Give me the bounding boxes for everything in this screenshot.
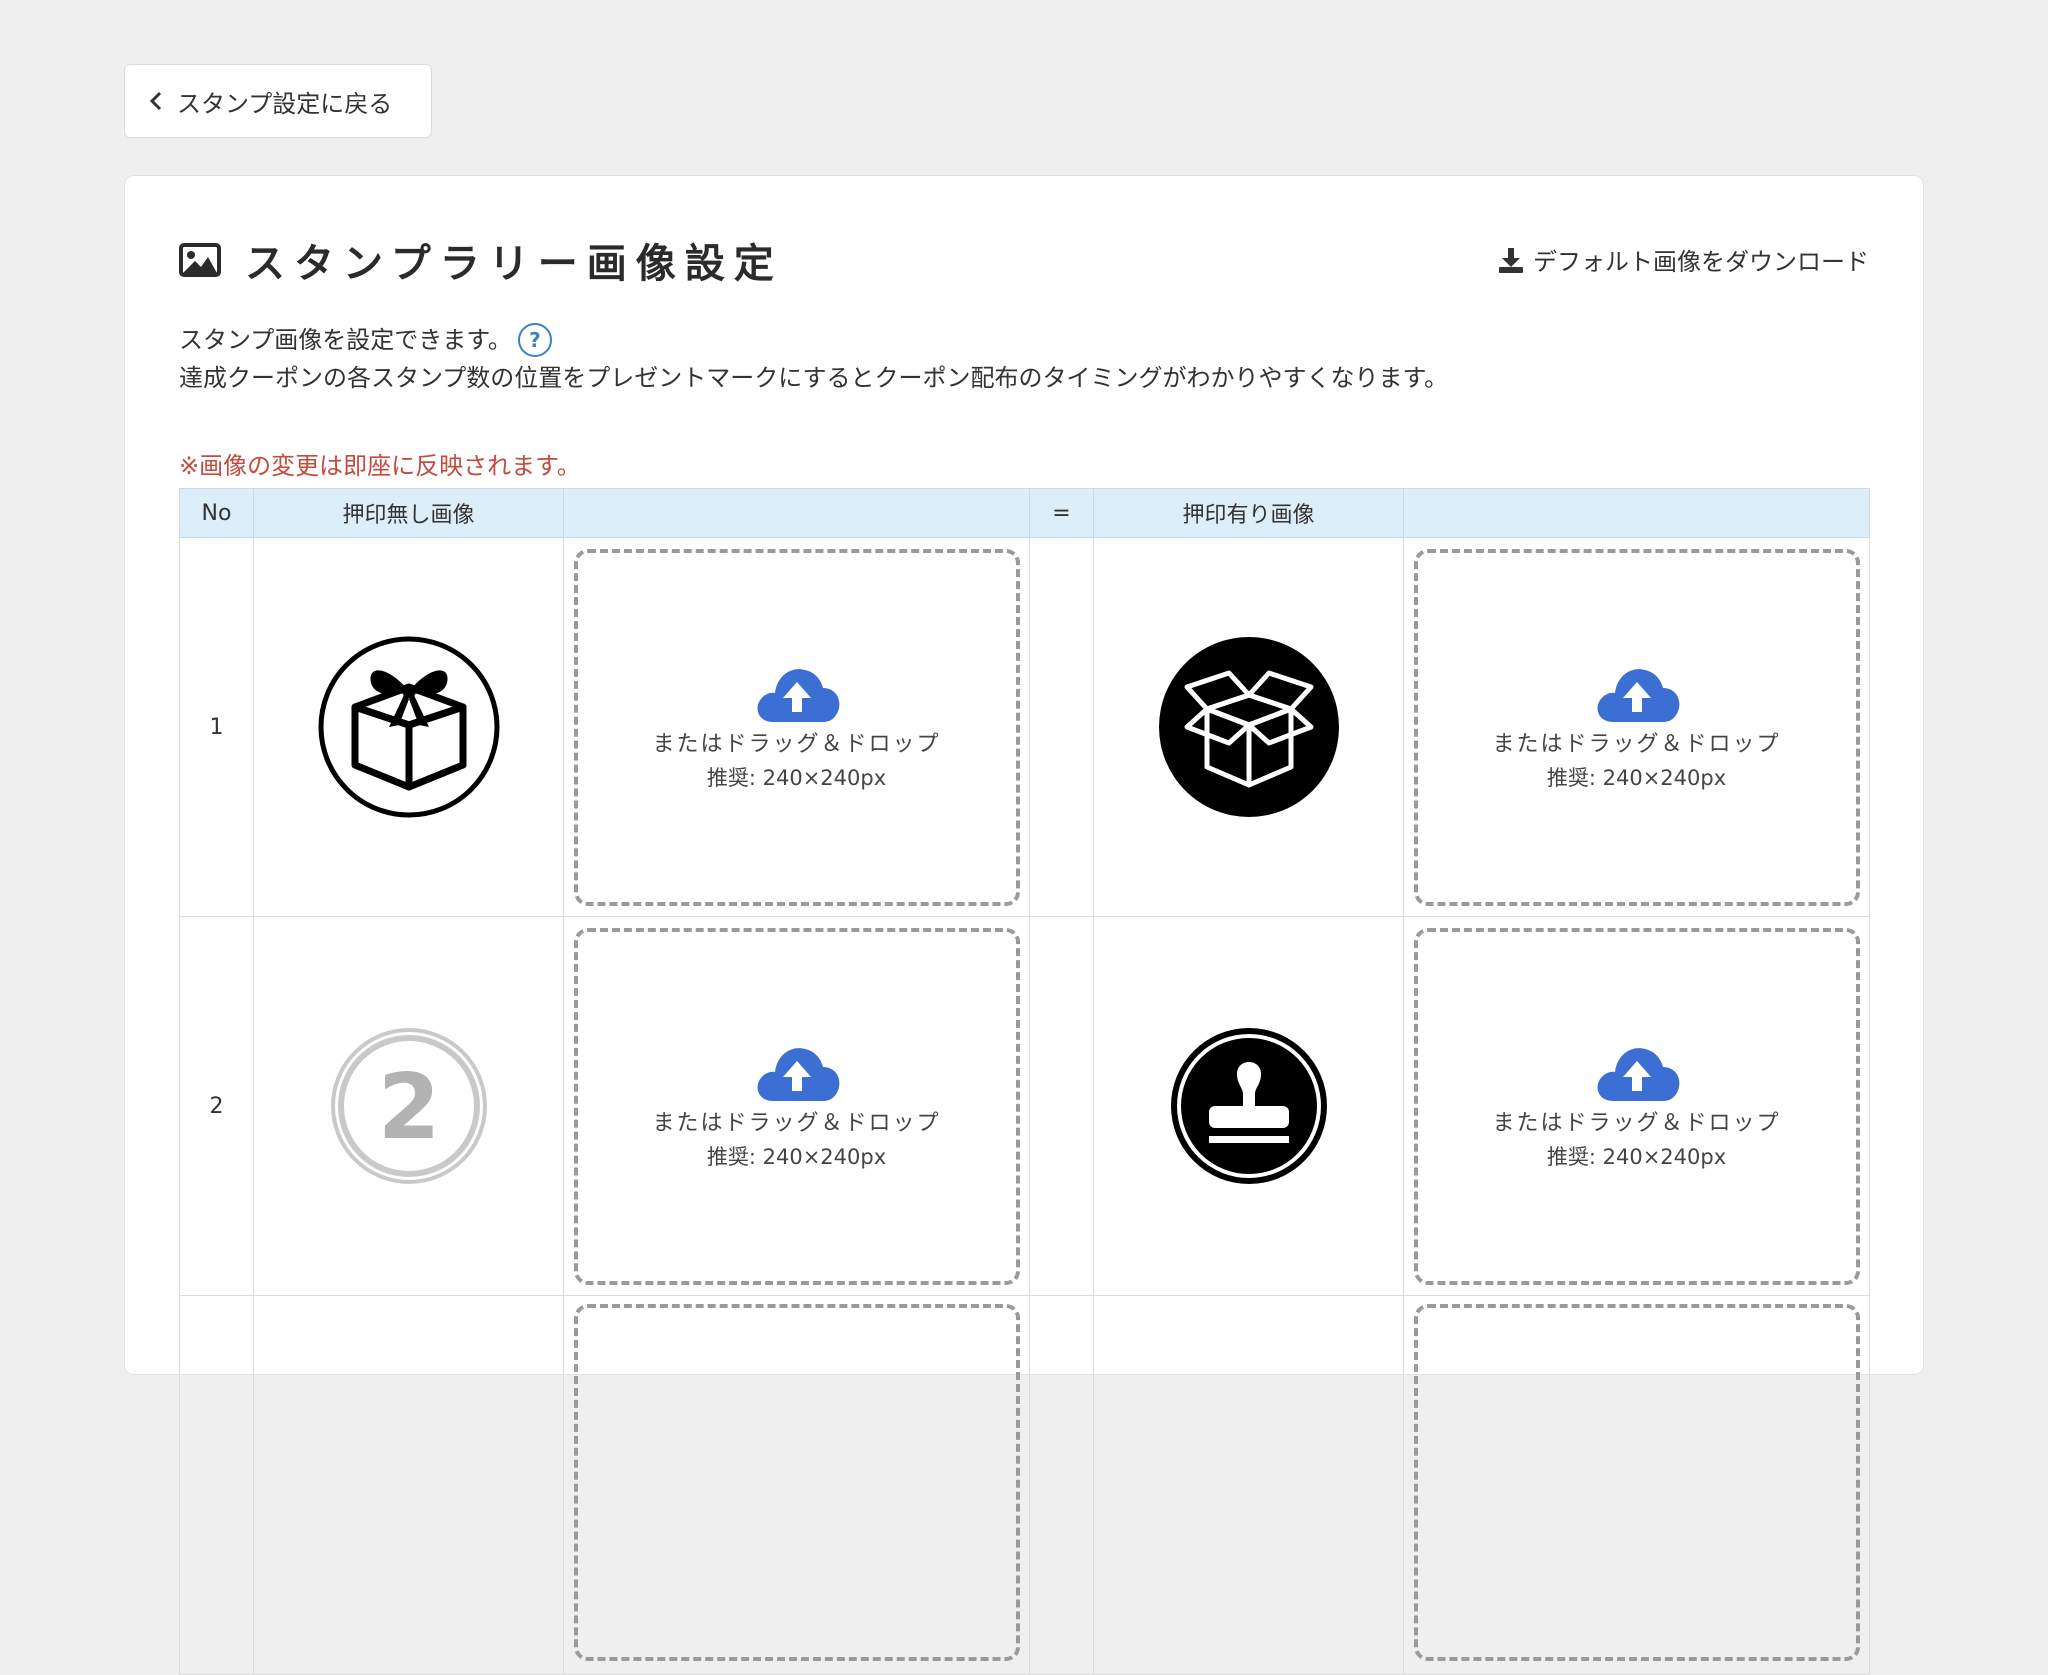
back-button-label: スタンプ設定に戻る	[177, 89, 393, 118]
dropzone-recommended-size: 推奨: 240×240px	[706, 766, 887, 790]
table-row	[179, 1295, 1870, 1675]
header-equals: =	[1029, 488, 1094, 538]
description-line2: 達成クーポンの各スタンプ数の位置をプレゼントマークにするとクーポン配布のタイミン…	[179, 364, 1449, 392]
description: スタンプ画像を設定できます。 ? 達成クーポンの各スタンプ数の位置をプレゼントマ…	[179, 321, 1448, 397]
dropzone-recommended-size: 推奨: 240×240px	[1546, 766, 1727, 790]
unstamped-image-dropzone[interactable]: またはドラッグ＆ドロップ 推奨: 240×240px	[573, 927, 1020, 1285]
help-icon[interactable]: ?	[517, 323, 552, 357]
dropzone-text: またはドラッグ＆ドロップ	[1492, 1111, 1781, 1136]
dropzone-text: またはドラッグ＆ドロップ	[1492, 732, 1781, 757]
download-label: デフォルト画像をダウンロード	[1533, 248, 1869, 276]
header-unstamped-image: 押印無し画像	[253, 488, 564, 538]
header-unstamped-upload	[563, 488, 1030, 538]
open-box-icon	[1158, 637, 1339, 817]
cloud-upload-icon	[757, 669, 839, 722]
description-line1: スタンプ画像を設定できます。	[179, 326, 512, 354]
stamped-image-dropzone[interactable]: またはドラッグ＆ドロップ 推奨: 240×240px	[1413, 548, 1860, 906]
unstamped-image-dropzone[interactable]	[573, 1304, 1020, 1661]
dropzone-recommended-size: 推奨: 240×240px	[1546, 1145, 1727, 1169]
unstamped-image-dropzone[interactable]: またはドラッグ＆ドロップ 推奨: 240×240px	[573, 548, 1020, 906]
back-to-stamp-settings-button[interactable]: スタンプ設定に戻る	[124, 64, 432, 138]
gift-box-icon	[318, 636, 499, 818]
header-stamped-image: 押印有り画像	[1093, 488, 1404, 538]
stamped-image-dropzone[interactable]: またはドラッグ＆ドロップ 推奨: 240×240px	[1413, 927, 1860, 1285]
table-row: 1 またはドラッグ＆ドロップ 推奨: 240×240px またはドラッグ＆ドロッ…	[179, 537, 1870, 917]
table-row: 2 2 またはドラッグ＆ドロップ 推奨: 240×240px またはドラッグ＆ド…	[179, 916, 1870, 1296]
rubber-stamp-icon	[1170, 1028, 1327, 1184]
dropzone-text: またはドラッグ＆ドロップ	[652, 732, 941, 757]
dropzone-recommended-size: 推奨: 240×240px	[706, 1145, 887, 1169]
table-header-row: No 押印無し画像 = 押印有り画像	[179, 488, 1870, 538]
svg-text:2: 2	[377, 1055, 440, 1160]
stamp-image-table: No 押印無し画像 = 押印有り画像 1 またはドラッグ＆ドロップ 推奨: 24…	[179, 488, 1870, 1675]
row-number	[179, 1295, 254, 1675]
cloud-upload-icon	[1597, 669, 1679, 722]
header-no: No	[179, 488, 254, 538]
download-icon	[1499, 247, 1523, 273]
number-2-icon: 2	[330, 1028, 487, 1184]
stamped-image-dropzone[interactable]	[1413, 1304, 1860, 1661]
cloud-upload-icon	[757, 1048, 839, 1101]
cloud-upload-icon	[1597, 1048, 1679, 1101]
download-default-images-link[interactable]: デフォルト画像をダウンロード	[1497, 242, 1869, 277]
page-title: スタンプラリー画像設定	[245, 241, 783, 287]
warning-text: ※画像の変更は即座に反映されます。	[179, 452, 581, 480]
dropzone-text: またはドラッグ＆ドロップ	[652, 1111, 941, 1136]
stamp-image-settings-card: スタンプラリー画像設定 デフォルト画像をダウンロード スタンプ画像を設定できます…	[124, 175, 1924, 1675]
title-row: スタンプラリー画像設定	[179, 231, 783, 289]
row-number: 1	[179, 537, 254, 917]
row-number: 2	[179, 916, 254, 1296]
header-stamped-upload	[1403, 488, 1870, 538]
image-icon	[179, 243, 221, 277]
chevron-left-icon	[149, 91, 162, 111]
